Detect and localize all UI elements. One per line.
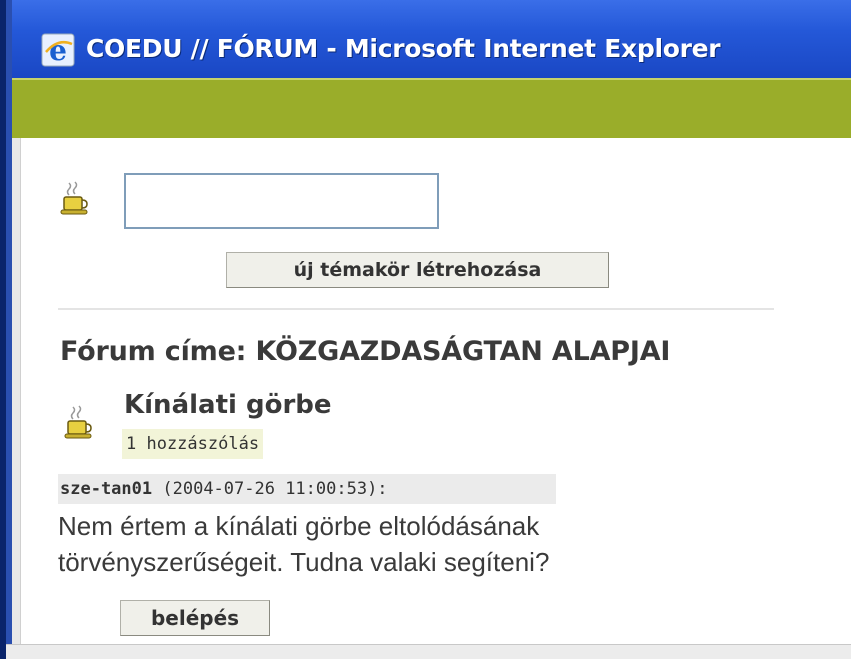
post-timestamp: (2004-07-26 11:00:53): [162, 479, 388, 499]
topic-title-link[interactable]: Kínálati görbe [124, 390, 332, 420]
login-button[interactable]: belépés [120, 600, 270, 636]
post-header: sze-tan01 (2004-07-26 11:00:53): [58, 474, 556, 504]
coffee-cup-icon [64, 405, 92, 439]
page-bottom-border [6, 644, 851, 659]
post-author: sze-tan01 [60, 479, 153, 499]
page-frame [12, 138, 20, 659]
ie-icon: e [41, 33, 75, 67]
svg-text:e: e [49, 34, 67, 67]
reply-count-badge: 1 hozzászólás [122, 429, 264, 459]
create-topic-button[interactable]: új témakör létrehozása [226, 252, 609, 288]
new-topic-input[interactable] [124, 173, 439, 229]
title-bar[interactable]: e COEDU // FÓRUM - Microsoft Internet Ex… [12, 0, 851, 78]
forum-title: Fórum címe: KÖZGAZDASÁGTAN ALAPJAI [60, 336, 671, 367]
header-bar [12, 78, 851, 140]
coffee-cup-icon [60, 181, 88, 215]
post-body: Nem értem a kínálati görbe eltolódásának… [58, 511, 550, 577]
divider [58, 308, 774, 310]
window-title: COEDU // FÓRUM - Microsoft Internet Expl… [86, 34, 721, 63]
